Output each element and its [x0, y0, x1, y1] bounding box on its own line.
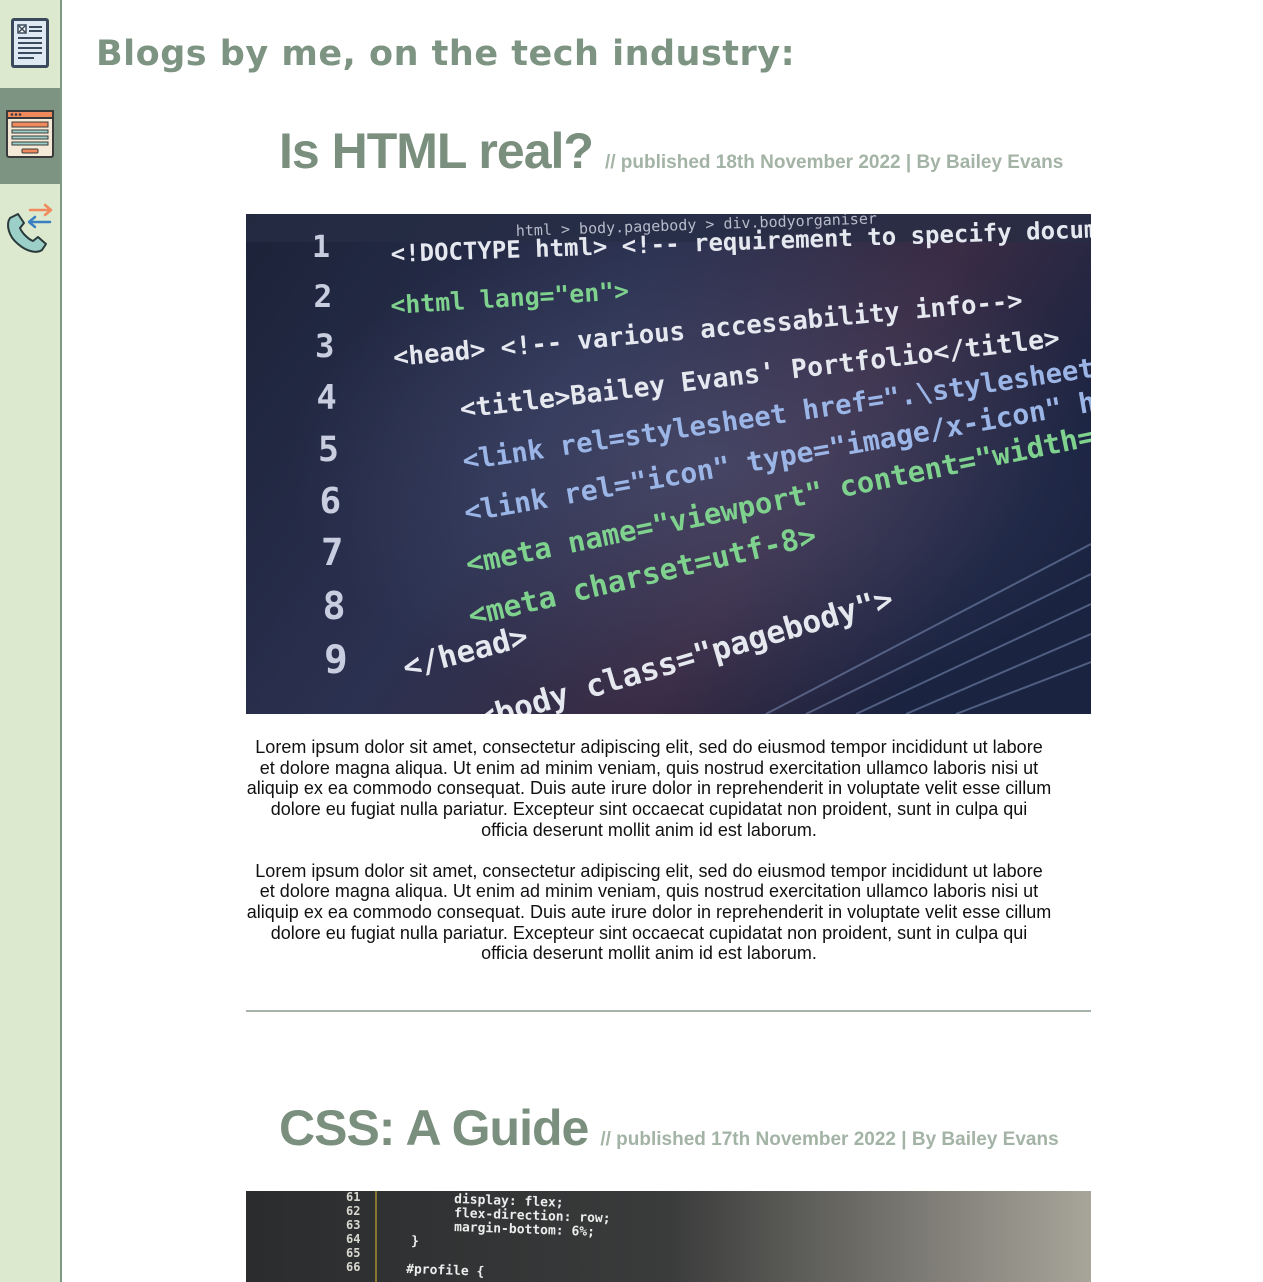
code-line-number: 1 [312, 230, 330, 265]
code-line-number: 9 [324, 637, 348, 683]
code-line-number: 6 [320, 481, 342, 522]
post-image-code-screenshot: 61 62 63 64 65 66 display: flex; flex-direction… [246, 1191, 1091, 1282]
code-line-number: 66 [346, 1260, 360, 1274]
code-line-number: 63 [346, 1218, 360, 1232]
code-line-number: 65 [346, 1246, 360, 1260]
code-line-number: 61 [346, 1191, 360, 1204]
code-line-number: 64 [346, 1232, 360, 1246]
post-title: Is HTML real? [279, 123, 594, 179]
nav-item-contact[interactable] [0, 190, 60, 270]
code-line-number: 62 [346, 1204, 360, 1218]
sidebar [0, 0, 62, 1282]
code-line: #profile { [406, 1262, 485, 1280]
post-title: CSS: A Guide [279, 1100, 589, 1156]
page-title: Blogs by me, on the tech industry: [96, 34, 796, 74]
post-header: Is HTML real? // published 18th November… [279, 122, 1063, 180]
code-line-number: 4 [317, 378, 337, 417]
code-line: } [411, 1234, 419, 1249]
nav-item-document[interactable] [0, 0, 60, 88]
document-icon [8, 14, 52, 75]
post-divider [246, 1010, 1091, 1012]
phone-transfer-icon [2, 200, 58, 261]
code-line-number: 8 [323, 584, 346, 629]
post-header: CSS: A Guide // published 17th November … [279, 1099, 1059, 1157]
code-line-number: 2 [314, 279, 333, 315]
post-paragraph: Lorem ipsum dolor sit amet, consectetur … [246, 860, 1052, 964]
nav-item-blogs[interactable] [0, 88, 60, 184]
code-line-number: 5 [318, 430, 339, 470]
post-paragraph: Lorem ipsum dolor sit amet, consectetur … [246, 737, 1052, 840]
post-meta: // published 18th November 2022 | By Bai… [604, 152, 1064, 173]
code-line-number: 7 [321, 530, 343, 574]
post-meta: // published 17th November 2022 | By Bai… [600, 1129, 1059, 1150]
code-line-number: 3 [315, 327, 335, 365]
post-body: Lorem ipsum dolor sit amet, consectetur … [246, 737, 1052, 964]
post-image-code-screenshot: html > body.pagebody > div.bodyorganiser… [246, 214, 1091, 714]
webpage-icon [5, 107, 55, 166]
